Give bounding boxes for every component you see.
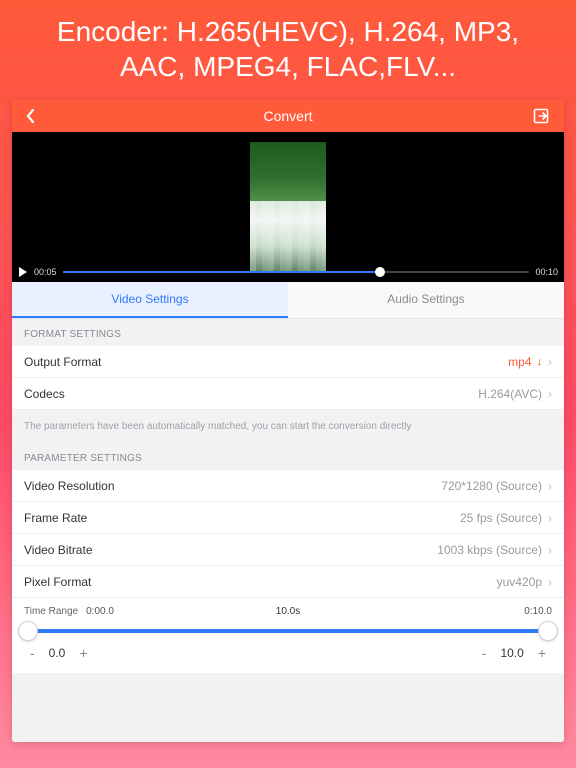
time-range-mid: 10.0s — [114, 606, 462, 617]
page-title: Convert — [263, 108, 312, 124]
row-value: 25 fps (Source) › — [460, 511, 552, 525]
stepper-end-minus[interactable]: - — [478, 645, 491, 661]
navbar: Convert — [12, 100, 564, 132]
row-label: Video Resolution — [24, 479, 115, 493]
range-knob-start[interactable] — [18, 621, 38, 641]
app-card: Convert 00:05 00:10 Video Settings Audio… — [12, 100, 564, 742]
row-value: mp4 ↓ › — [508, 355, 552, 369]
seek-fill — [63, 271, 381, 273]
row-label: Output Format — [24, 355, 101, 369]
resolution-value: 720*1280 (Source) — [441, 479, 542, 493]
time-range-start: Time Range 0:00.0 — [24, 606, 114, 617]
play-button[interactable] — [18, 266, 28, 278]
back-button[interactable] — [12, 100, 48, 132]
codecs-value: H.264(AVC) — [478, 387, 542, 401]
stepper-start: - 0.0 + — [26, 645, 92, 661]
video-preview[interactable]: 00:05 00:10 — [12, 132, 564, 282]
stepper-end: - 10.0 + — [478, 645, 550, 661]
chevron-right-icon: › — [548, 543, 552, 557]
stepper-end-value: 10.0 — [500, 646, 523, 660]
stepper-start-value: 0.0 — [49, 646, 66, 660]
row-value: 720*1280 (Source) › — [441, 479, 552, 493]
promo-line1: Encoder: H.265(HEVC), H.264, MP3, — [57, 16, 519, 47]
bitrate-value: 1003 kbps (Source) — [437, 543, 542, 557]
row-pixel-format[interactable]: Pixel Format yuv420p › — [12, 566, 564, 598]
chevron-right-icon: › — [548, 387, 552, 401]
section-header-format: FORMAT SETTINGS — [12, 319, 564, 346]
chevron-right-icon: › — [548, 479, 552, 493]
row-codecs[interactable]: Codecs H.264(AVC) › — [12, 378, 564, 410]
export-icon — [533, 108, 551, 124]
settings-content: FORMAT SETTINGS Output Format mp4 ↓ › Cod… — [12, 319, 564, 742]
chevron-left-icon — [25, 108, 36, 124]
stepper-start-minus[interactable]: - — [26, 645, 39, 661]
settings-tabs: Video Settings Audio Settings — [12, 282, 564, 319]
row-value: yuv420p › — [497, 575, 552, 589]
frame-rate-value: 25 fps (Source) — [460, 511, 542, 525]
seek-knob[interactable] — [375, 267, 385, 277]
tab-audio-settings[interactable]: Audio Settings — [288, 282, 564, 318]
seek-track[interactable] — [63, 271, 530, 273]
stepper-start-plus[interactable]: + — [75, 645, 91, 661]
row-label: Pixel Format — [24, 575, 91, 589]
playback-bar: 00:05 00:10 — [12, 262, 564, 282]
time-range-end: 0:10.0 — [462, 606, 552, 617]
row-value: H.264(AVC) › — [478, 387, 552, 401]
promo-line2: AAC, MPEG4, FLAC,FLV... — [120, 51, 456, 82]
export-button[interactable] — [524, 100, 560, 132]
row-label: Codecs — [24, 387, 65, 401]
stepper-end-plus[interactable]: + — [534, 645, 550, 661]
time-range-start-value: 0:00.0 — [86, 606, 114, 617]
row-output-format[interactable]: Output Format mp4 ↓ › — [12, 346, 564, 378]
row-value: 1003 kbps (Source) › — [437, 543, 552, 557]
row-label: Frame Rate — [24, 511, 87, 525]
chevron-right-icon: › — [548, 575, 552, 589]
row-resolution[interactable]: Video Resolution 720*1280 (Source) › — [12, 470, 564, 502]
video-thumbnail — [250, 142, 326, 272]
play-icon — [18, 266, 28, 278]
pixel-format-value: yuv420p — [497, 575, 542, 589]
time-range-section: Time Range 0:00.0 10.0s 0:10.0 - 0.0 + - … — [12, 598, 564, 673]
range-knob-end[interactable] — [538, 621, 558, 641]
section-header-parameters: PARAMETER SETTINGS — [12, 443, 564, 470]
promo-headline: Encoder: H.265(HEVC), H.264, MP3, AAC, M… — [0, 0, 576, 94]
row-bitrate[interactable]: Video Bitrate 1003 kbps (Source) › — [12, 534, 564, 566]
time-total: 00:10 — [535, 267, 558, 277]
time-steppers: - 0.0 + - 10.0 + — [24, 645, 552, 661]
chevron-right-icon: › — [548, 511, 552, 525]
time-range-header: Time Range 0:00.0 10.0s 0:10.0 — [24, 606, 552, 617]
time-range-label: Time Range — [24, 606, 78, 617]
download-arrow-icon: ↓ — [537, 356, 543, 368]
row-frame-rate[interactable]: Frame Rate 25 fps (Source) › — [12, 502, 564, 534]
range-slider[interactable] — [28, 629, 548, 633]
time-current: 00:05 — [34, 267, 57, 277]
tab-video-settings[interactable]: Video Settings — [12, 282, 288, 318]
row-label: Video Bitrate — [24, 543, 93, 557]
auto-match-note: The parameters have been automatically m… — [12, 410, 564, 443]
chevron-right-icon: › — [548, 355, 552, 369]
output-format-value: mp4 — [508, 355, 531, 369]
